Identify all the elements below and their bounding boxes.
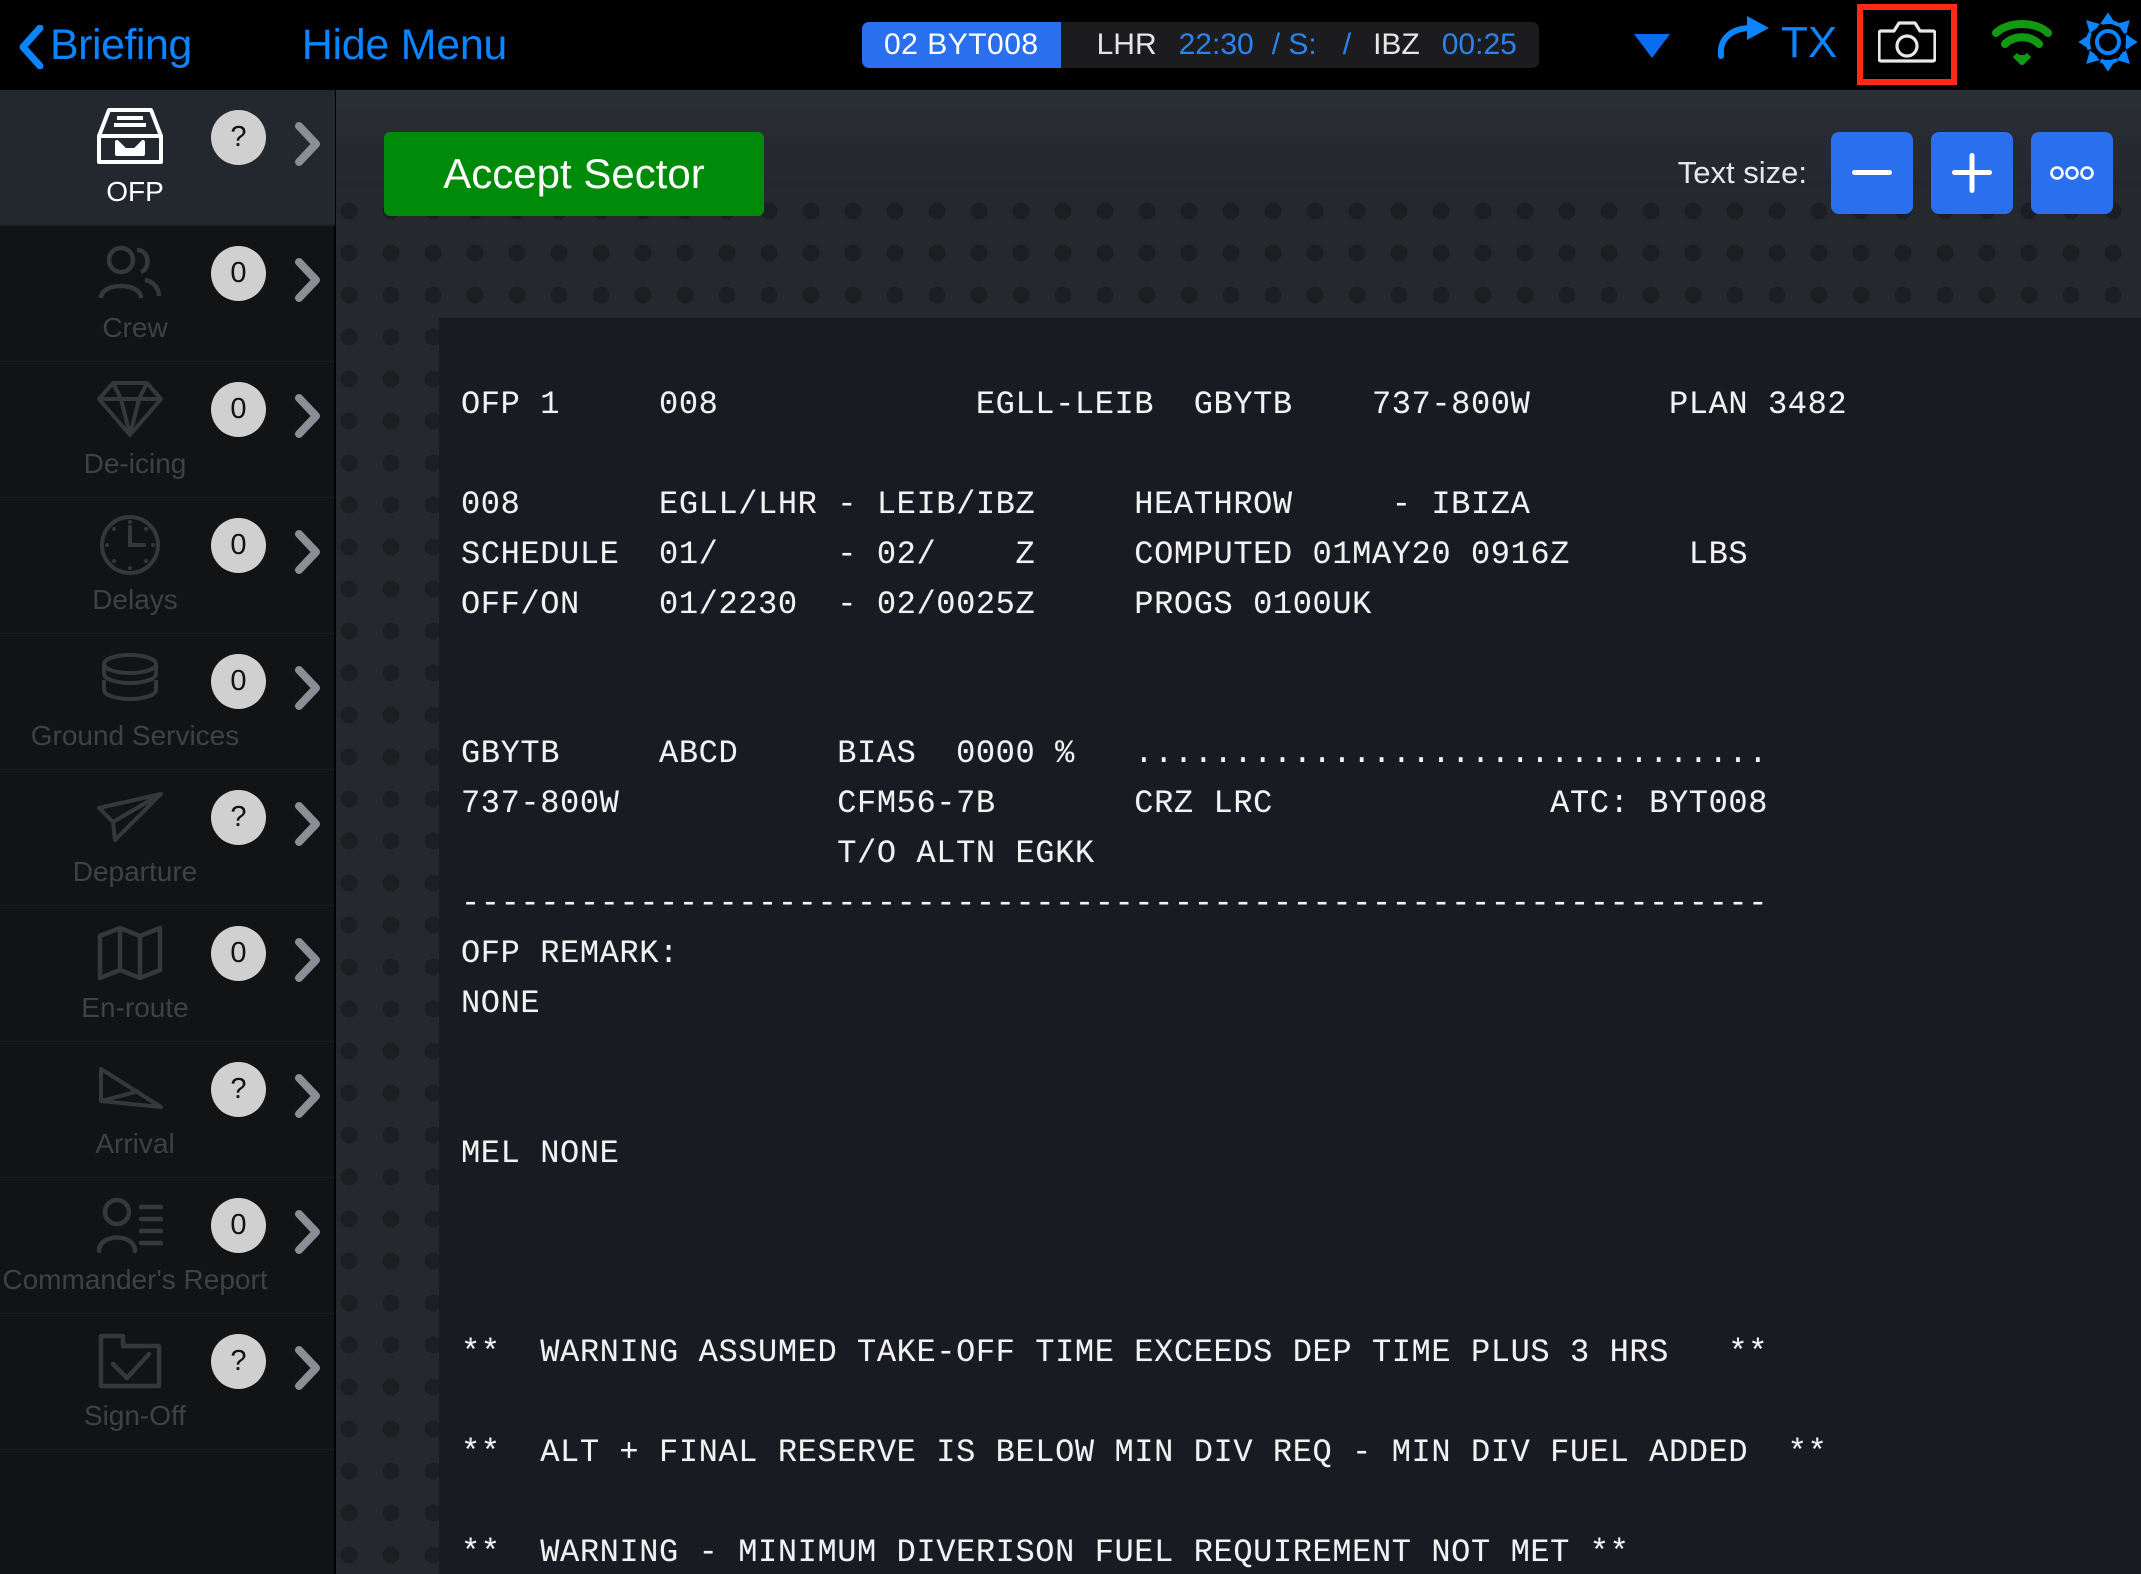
minus-icon (1852, 170, 1892, 175)
more-options-button[interactable] (2031, 132, 2113, 214)
chevron-down-icon[interactable] (1632, 32, 1672, 65)
chevron-right-icon (294, 802, 322, 851)
sidebar-item-label: Sign-Off (83, 1400, 187, 1431)
plus-icon (1952, 153, 1992, 193)
sidebar-item-label: En-route (81, 992, 189, 1023)
sidebar-item-label: Delays (92, 584, 178, 615)
leg-separator-1: / S: (1271, 28, 1317, 61)
hide-menu-button[interactable]: Hide Menu (302, 21, 508, 70)
sidebar-item-crew[interactable]: 0 Crew (0, 226, 335, 362)
settings-gear-button[interactable] (2078, 12, 2138, 77)
chevron-right-icon (294, 258, 322, 307)
top-header-bar: Briefing Hide Menu 02 BYT008 LHR 22:30 /… (0, 0, 2141, 90)
ofp-document-text: OFP 1 008 EGLL-LEIB GBYTB 737-800W PLAN … (461, 386, 1848, 1571)
chevron-right-icon (294, 666, 322, 715)
sidebar-item-ofp[interactable]: ? OFP (0, 90, 335, 226)
gear-icon (2078, 12, 2138, 76)
users-icon (92, 240, 168, 306)
chevron-right-icon (294, 1210, 322, 1259)
chevron-right-icon (294, 1346, 322, 1395)
landing-plane-icon (92, 1056, 168, 1122)
text-size-controls: Text size: (1678, 132, 2113, 214)
sidebar-item-delays[interactable]: 0 Delays (0, 498, 335, 634)
sidebar-item-label: De-icing (83, 448, 187, 479)
paper-plane-icon (92, 784, 168, 850)
inbox-tray-icon (92, 104, 168, 170)
ofp-document-panel[interactable]: OFP 1 008 EGLL-LEIB GBYTB 737-800W PLAN … (439, 318, 2141, 1574)
wifi-status-icon[interactable] (1990, 18, 2054, 73)
sidebar-item-label: Departure (72, 856, 198, 887)
sidebar-nav: ? OFP 0 Crew 0 De-icing 0 Delays 0 Groun… (0, 90, 335, 1574)
tx-transmit-button[interactable]: TX (1715, 14, 1837, 71)
folder-check-icon (92, 1328, 168, 1394)
accept-sector-button[interactable]: Accept Sector (384, 132, 764, 216)
flight-selector[interactable]: 02 BYT008 LHR 22:30 / S: / IBZ 00:25 (862, 22, 1539, 68)
sidebar-badge: ? (211, 1062, 266, 1117)
sidebar-badge: ? (211, 1334, 266, 1389)
sidebar-item-en-route[interactable]: 0 En-route (0, 906, 335, 1042)
sidebar-badge: 0 (211, 382, 266, 437)
sidebar-item-label: Crew (102, 312, 168, 343)
text-size-increase-button[interactable] (1931, 132, 2013, 214)
chevron-left-icon (18, 25, 44, 69)
sidebar-badge: 0 (211, 654, 266, 709)
coins-stack-icon (92, 648, 168, 714)
person-list-icon (92, 1192, 168, 1258)
sidebar-badge: 0 (211, 246, 266, 301)
sidebar-item-label: Ground Services (30, 720, 240, 751)
flight-legs: LHR 22:30 / S: / IBZ 00:25 (1061, 28, 1539, 62)
text-size-decrease-button[interactable] (1831, 132, 1913, 214)
sidebar-item-arrival[interactable]: ? Arrival (0, 1042, 335, 1178)
app-root: Briefing Hide Menu 02 BYT008 LHR 22:30 /… (0, 0, 2141, 1574)
chevron-right-icon (294, 530, 322, 579)
flight-number-tag: 02 BYT008 (862, 22, 1061, 68)
sidebar-item-label: OFP (106, 176, 164, 207)
chevron-right-icon (294, 122, 322, 171)
map-icon (92, 920, 168, 986)
departure-code: LHR (1096, 28, 1157, 61)
leg-separator-2: / (1342, 28, 1352, 61)
arrival-code: IBZ (1373, 28, 1420, 61)
chevron-right-icon (294, 1074, 322, 1123)
back-label: Briefing (50, 20, 192, 69)
chevron-right-icon (294, 938, 322, 987)
sidebar-item-departure[interactable]: ? Departure (0, 770, 335, 906)
sidebar-item-commanders-report[interactable]: 0 Commander's Report (0, 1178, 335, 1314)
sidebar-badge: 0 (211, 1198, 266, 1253)
sidebar-badge: 0 (211, 926, 266, 981)
text-size-label: Text size: (1677, 155, 1807, 190)
sidebar-badge: ? (211, 790, 266, 845)
sidebar-item-ground-services[interactable]: 0 Ground Services (0, 634, 335, 770)
camera-button[interactable] (1857, 4, 1957, 85)
sidebar-item-de-icing[interactable]: 0 De-icing (0, 362, 335, 498)
chevron-right-icon (294, 394, 322, 443)
sidebar-item-label: Arrival (95, 1128, 175, 1159)
back-to-briefing-button[interactable]: Briefing (18, 21, 192, 70)
content-toolbar: Accept Sector Text size: (336, 90, 2141, 216)
sidebar-badge: ? (211, 110, 266, 165)
main-content-pane: Accept Sector Text size: OFP 1 008 EGLL-… (336, 90, 2141, 1574)
sidebar-badge: 0 (211, 518, 266, 573)
ellipsis-icon (2050, 166, 2094, 180)
sidebar-item-label: Commander's Report (2, 1264, 268, 1295)
departure-time: 22:30 (1178, 28, 1254, 61)
share-arrow-icon (1715, 14, 1773, 71)
diamond-icon (92, 376, 168, 442)
camera-icon (1877, 19, 1937, 70)
arrival-time: 00:25 (1441, 28, 1517, 61)
sidebar-item-sign-off[interactable]: ? Sign-Off (0, 1314, 335, 1450)
clock-icon (92, 512, 168, 578)
tx-label: TX (1781, 17, 1838, 67)
